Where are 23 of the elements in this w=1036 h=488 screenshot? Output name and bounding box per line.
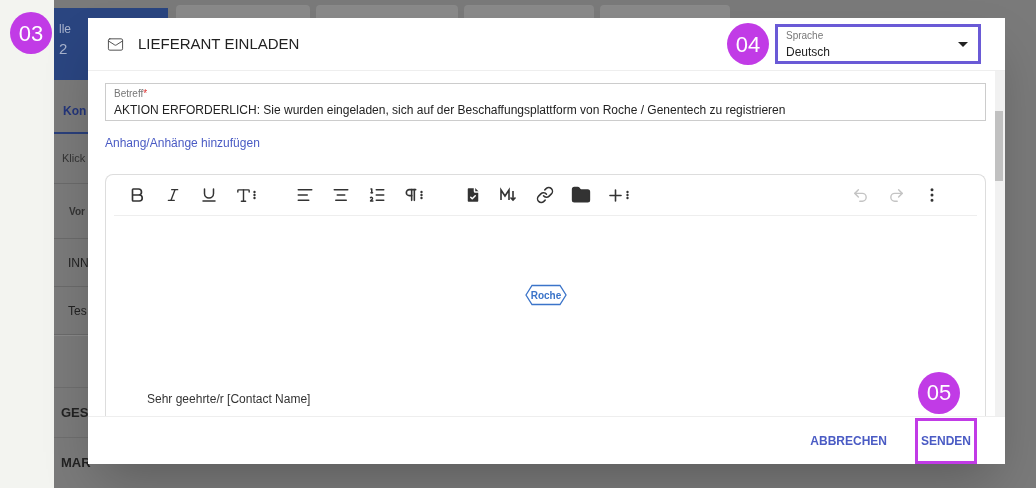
- step-badge: 04: [727, 23, 769, 65]
- send-button[interactable]: SENDEN: [915, 417, 977, 464]
- tab-label: Kon: [62, 103, 87, 120]
- section-title: GES: [60, 403, 89, 422]
- tile-label: lle: [59, 21, 71, 38]
- tile-count: 2: [59, 39, 68, 59]
- table-cell-text: Tes: [67, 302, 87, 320]
- dialog-title: LIEFERANT EINLADEN: [138, 33, 300, 54]
- hint-text: Klick: [61, 151, 86, 167]
- email-body-text: Sehr geehrte/r [Contact Name]: [147, 391, 311, 408]
- link-icon[interactable]: [534, 184, 556, 206]
- add-attachment-link[interactable]: Anhang/Anhänge hinzufügen: [105, 134, 986, 152]
- mail-icon: [107, 35, 124, 53]
- dropdown-icon: [958, 42, 968, 47]
- step-badge: 05: [918, 371, 960, 414]
- folder-icon[interactable]: [570, 184, 592, 206]
- subject-field[interactable]: Betreff* AKTION ERFORDERLICH: Sie wurden eingeladen, sich auf der Beschaffungsplattform von Roche / Genentech zu registrieren: [105, 83, 986, 121]
- table-cell-text: INN: [67, 254, 89, 272]
- cancel-button[interactable]: ABBRECHEN: [804, 417, 893, 464]
- column-header: Vor: [68, 204, 85, 219]
- step-badge: 03: [10, 12, 52, 54]
- company-logo: Roche: [524, 284, 567, 306]
- language-select[interactable]: Sprache Deutsch: [775, 24, 981, 64]
